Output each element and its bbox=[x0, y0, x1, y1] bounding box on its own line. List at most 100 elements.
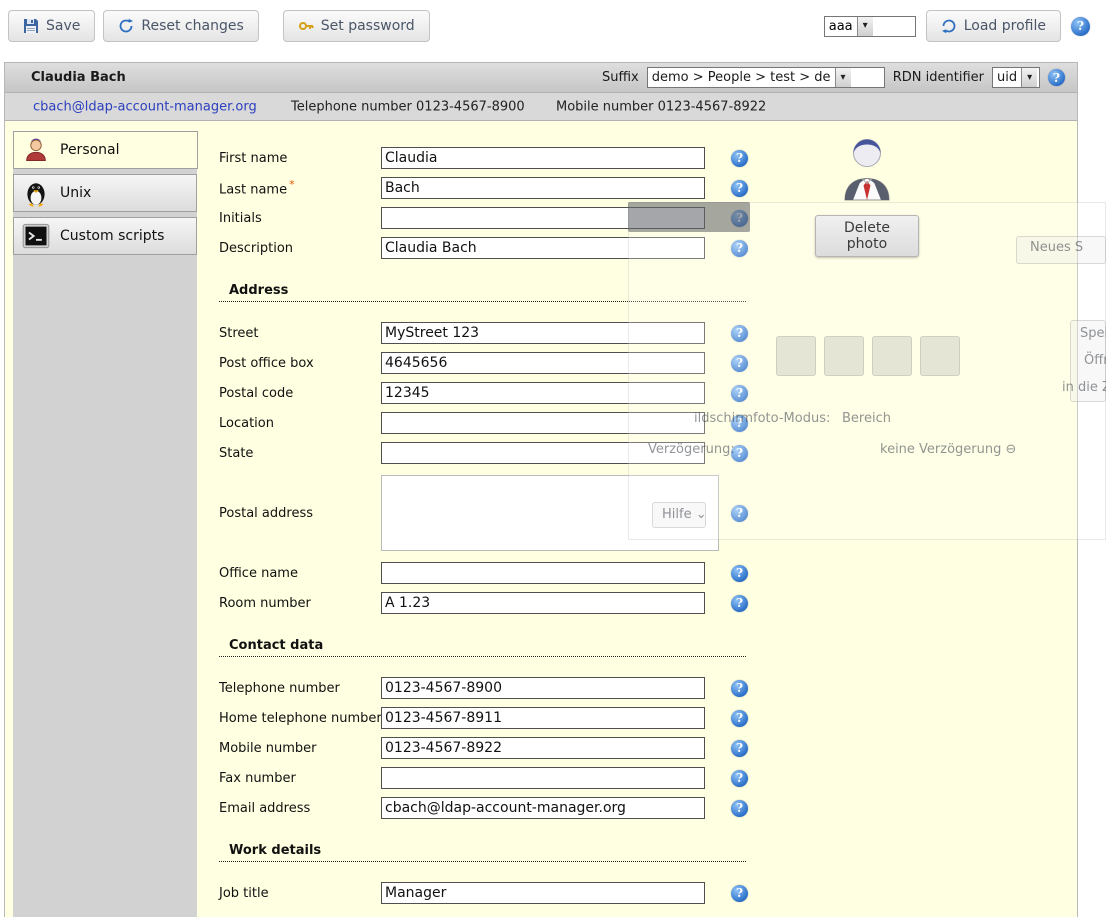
help-icon[interactable] bbox=[731, 150, 748, 167]
street-input[interactable] bbox=[381, 322, 705, 344]
header-telephone: Telephone number 0123-4567-8900 bbox=[291, 99, 525, 114]
section-header-contact-data: Contact data bbox=[219, 638, 746, 657]
field-label: Office name bbox=[219, 566, 381, 581]
fax-number-input[interactable] bbox=[381, 767, 705, 789]
field-label: Location bbox=[219, 416, 381, 431]
load-profile-label: Load profile bbox=[964, 18, 1046, 34]
field-label: Description bbox=[219, 241, 381, 256]
account-frame: Claudia Bach Suffix demo > People > test… bbox=[4, 62, 1078, 917]
tab-unix[interactable]: Unix bbox=[13, 174, 197, 212]
form-row-home-telephone-number: Home telephone number bbox=[219, 703, 779, 733]
home-telephone-number-input[interactable] bbox=[381, 707, 705, 729]
chevron-down-icon bbox=[835, 68, 851, 87]
form-row-last-name: Last name* bbox=[219, 173, 779, 203]
section-header-work-details: Work details bbox=[219, 843, 746, 862]
content: Personal Unix Custom scripts First name Las… bbox=[5, 121, 1077, 917]
profile-select-value: aaa bbox=[825, 17, 857, 36]
field-label: Mobile number bbox=[219, 741, 381, 756]
save-button-label: Save bbox=[46, 18, 80, 34]
help-icon[interactable] bbox=[731, 240, 748, 257]
profile-select[interactable]: aaa bbox=[824, 16, 916, 37]
description-input[interactable] bbox=[381, 237, 705, 259]
required-star: * bbox=[289, 178, 295, 191]
load-profile-button[interactable]: Load profile bbox=[926, 10, 1061, 42]
field-label: Room number bbox=[219, 596, 381, 611]
help-icon[interactable] bbox=[731, 445, 748, 462]
form-row-description: Description bbox=[219, 233, 779, 263]
section-header-address: Address bbox=[219, 283, 746, 302]
help-icon[interactable] bbox=[731, 680, 748, 697]
help-icon[interactable] bbox=[731, 210, 748, 227]
initials-input[interactable] bbox=[381, 207, 705, 229]
help-icon[interactable] bbox=[731, 355, 748, 372]
help-icon[interactable] bbox=[731, 565, 748, 582]
help-icon[interactable] bbox=[1048, 69, 1065, 86]
room-number-input[interactable] bbox=[381, 592, 705, 614]
job-title-input[interactable] bbox=[381, 882, 705, 904]
terminal-icon bbox=[22, 222, 50, 250]
field-label: State bbox=[219, 446, 381, 461]
sidebar-tabs: Personal Unix Custom scripts bbox=[13, 131, 197, 917]
field-label: Postal code bbox=[219, 386, 381, 401]
rdn-identifier-select[interactable]: uid bbox=[992, 67, 1040, 88]
help-icon[interactable] bbox=[1071, 17, 1090, 36]
field-label: Fax number bbox=[219, 771, 381, 786]
ghost-fragment: Speich bbox=[1080, 326, 1106, 341]
help-icon[interactable] bbox=[731, 325, 748, 342]
field-label: Home telephone number bbox=[219, 711, 381, 726]
field-label: Job title bbox=[219, 886, 381, 901]
field-label: Telephone number bbox=[219, 681, 381, 696]
reset-icon bbox=[118, 18, 134, 34]
form-row-postal-code: Postal code bbox=[219, 378, 779, 408]
help-icon[interactable] bbox=[731, 885, 748, 902]
form-row-first-name: First name bbox=[219, 143, 779, 173]
help-icon[interactable] bbox=[731, 595, 748, 612]
form-main: First name Last name* Initials Description A… bbox=[219, 143, 779, 908]
help-icon[interactable] bbox=[731, 740, 748, 757]
tux-icon bbox=[22, 179, 50, 207]
chevron-down-icon bbox=[857, 17, 873, 36]
field-label: Last name* bbox=[219, 178, 381, 197]
form-row-postal-address: Postal address bbox=[219, 468, 779, 558]
delete-photo-button[interactable]: Delete photo bbox=[815, 215, 919, 257]
key-icon bbox=[298, 18, 314, 34]
form-row-job-title: Job title bbox=[219, 878, 779, 908]
help-icon[interactable] bbox=[731, 800, 748, 817]
post-office-box-input[interactable] bbox=[381, 352, 705, 374]
tab-label: Custom scripts bbox=[60, 228, 164, 244]
form-row-initials: Initials bbox=[219, 203, 779, 233]
tab-custom-scripts[interactable]: Custom scripts bbox=[13, 217, 197, 255]
form-row-fax-number: Fax number bbox=[219, 763, 779, 793]
mobile-number-input[interactable] bbox=[381, 737, 705, 759]
reset-changes-button[interactable]: Reset changes bbox=[103, 10, 258, 42]
telephone-number-input[interactable] bbox=[381, 677, 705, 699]
first-name-input[interactable] bbox=[381, 147, 705, 169]
help-icon[interactable] bbox=[731, 180, 748, 197]
help-icon[interactable] bbox=[731, 415, 748, 432]
last-name-input[interactable] bbox=[381, 177, 705, 199]
tab-personal[interactable]: Personal bbox=[13, 131, 198, 169]
email-address-input[interactable] bbox=[381, 797, 705, 819]
postal-code-input[interactable] bbox=[381, 382, 705, 404]
office-name-input[interactable] bbox=[381, 562, 705, 584]
field-label: Street bbox=[219, 326, 381, 341]
form-row-post-office-box: Post office box bbox=[219, 348, 779, 378]
tab-label: Personal bbox=[60, 142, 120, 158]
user-photo bbox=[840, 135, 894, 201]
help-icon[interactable] bbox=[731, 505, 748, 522]
toolbar-right: aaa Load profile bbox=[824, 10, 1090, 42]
state-input[interactable] bbox=[381, 442, 705, 464]
email-link[interactable]: cbach@ldap-account-manager.org bbox=[33, 99, 257, 114]
set-password-label: Set password bbox=[321, 18, 415, 34]
suffix-select[interactable]: demo > People > test > de bbox=[647, 67, 885, 88]
form-row-telephone-number: Telephone number bbox=[219, 673, 779, 703]
help-icon[interactable] bbox=[731, 385, 748, 402]
tab-label: Unix bbox=[60, 185, 91, 201]
save-button[interactable]: Save bbox=[8, 10, 95, 42]
help-icon[interactable] bbox=[731, 770, 748, 787]
set-password-button[interactable]: Set password bbox=[283, 10, 430, 42]
postal-address-input[interactable] bbox=[381, 475, 719, 551]
location-input[interactable] bbox=[381, 412, 705, 434]
toolbar: Save Reset changes Set password aaa L bbox=[8, 8, 1090, 44]
help-icon[interactable] bbox=[731, 710, 748, 727]
